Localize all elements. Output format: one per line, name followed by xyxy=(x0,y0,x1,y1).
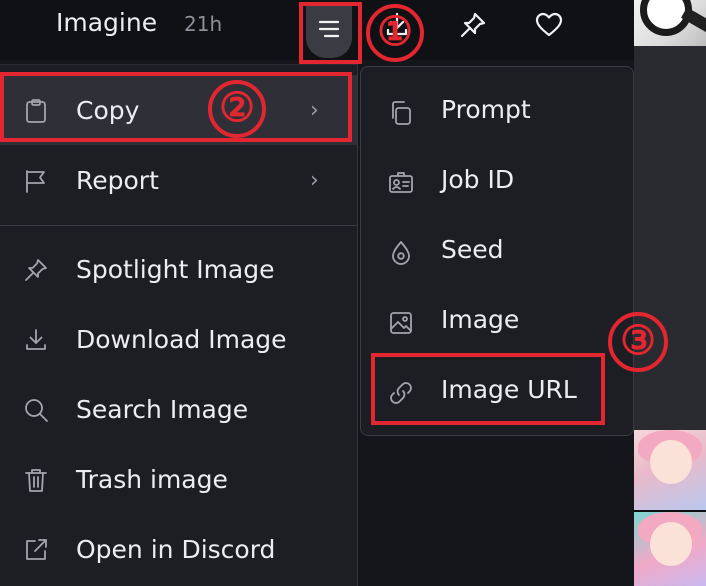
flag-icon xyxy=(22,167,50,195)
submenu-item-label: Prompt xyxy=(441,95,531,124)
watch-strap-picture xyxy=(681,7,706,33)
submenu-item-job-id[interactable]: Job ID xyxy=(361,147,633,217)
heart-icon xyxy=(534,10,564,44)
menu-item-label: Spotlight Image xyxy=(76,254,275,284)
submenu-item-prompt[interactable]: Prompt xyxy=(361,77,633,147)
menu-item-label: Download Image xyxy=(76,324,287,354)
download-icon xyxy=(22,326,50,354)
image-options-menu: Copy › Report › Spotlight Image Download… xyxy=(0,64,358,586)
trash-icon xyxy=(22,466,50,494)
menu-item-open-in-discord[interactable]: Open in Discord xyxy=(0,514,357,584)
menu-divider xyxy=(0,225,357,226)
thumbnail-anime-girl-1[interactable] xyxy=(634,430,706,510)
menu-item-search-image[interactable]: Search Image xyxy=(0,374,357,444)
highlight-menu-button xyxy=(299,2,362,64)
menu-item-download-image[interactable]: Download Image xyxy=(0,304,357,374)
search-icon xyxy=(22,396,50,424)
face-picture xyxy=(650,522,692,566)
thumbnail-strip xyxy=(634,0,706,586)
step-3-badge: ③ xyxy=(608,312,668,372)
favorite-button[interactable] xyxy=(528,6,570,48)
thumbnail-watch[interactable] xyxy=(634,0,706,46)
menu-item-label: Report xyxy=(76,165,159,195)
submenu-item-label: Job ID xyxy=(441,165,515,194)
submenu-item-label: Seed xyxy=(441,235,504,264)
copy-icon xyxy=(387,99,415,127)
step-1-badge: ① xyxy=(366,4,424,62)
menu-item-spotlight-image[interactable]: Spotlight Image xyxy=(0,234,357,304)
menu-item-report[interactable]: Report › xyxy=(0,145,357,215)
id-card-icon xyxy=(387,169,415,197)
menu-item-label: Search Image xyxy=(76,394,249,424)
timestamp: 21h xyxy=(184,12,223,36)
menu-item-label: Trash image xyxy=(76,464,228,494)
menu-item-label: Open in Discord xyxy=(76,534,276,564)
thumbnail-hidden xyxy=(634,46,706,430)
submenu-item-seed[interactable]: Seed xyxy=(361,217,633,287)
face-picture xyxy=(650,440,692,484)
page-title: Imagine xyxy=(56,8,158,37)
pin-icon xyxy=(458,10,488,44)
highlight-image-url-item xyxy=(371,353,605,425)
external-link-icon xyxy=(22,536,50,564)
seed-icon xyxy=(387,239,415,267)
submenu-item-image[interactable]: Image xyxy=(361,287,633,357)
pin-button[interactable] xyxy=(452,6,494,48)
thumbnail-anime-girl-2[interactable] xyxy=(634,512,706,586)
pin-icon xyxy=(22,256,50,284)
menu-item-trash-image[interactable]: Trash image xyxy=(0,444,357,514)
chevron-right-icon: › xyxy=(310,167,319,193)
image-icon xyxy=(387,309,415,337)
highlight-copy-item xyxy=(0,72,352,142)
step-2-badge: ② xyxy=(208,80,266,138)
submenu-item-label: Image xyxy=(441,305,520,334)
